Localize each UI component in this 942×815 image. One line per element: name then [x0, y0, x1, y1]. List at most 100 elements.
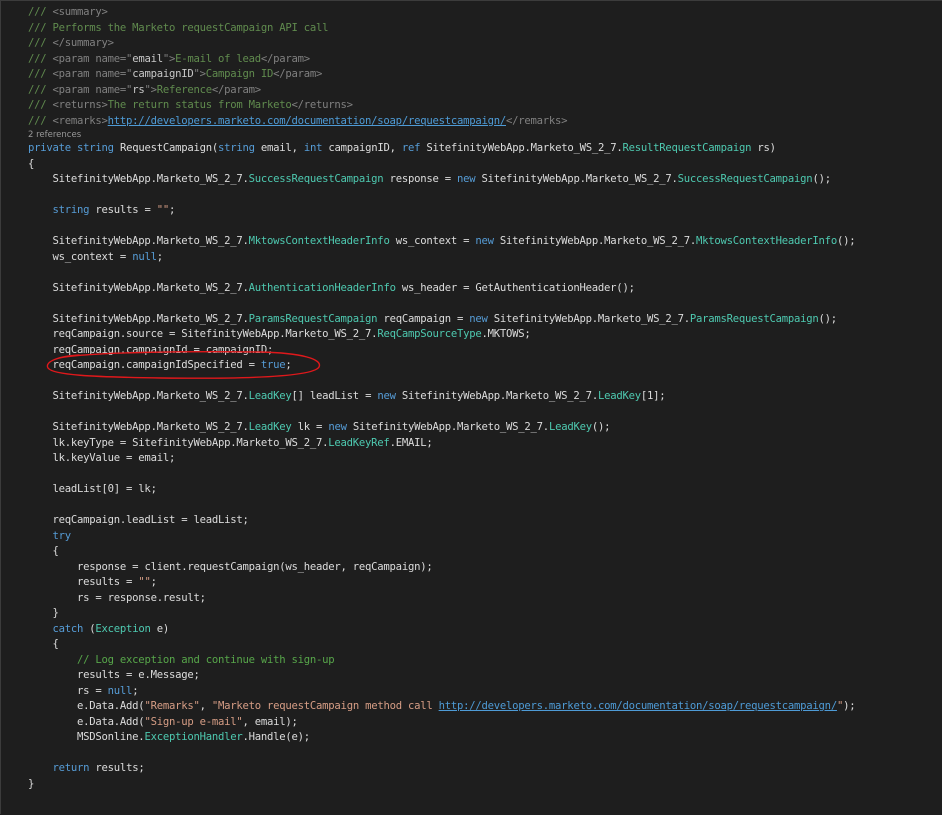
code-line: /// Performs the Marketo requestCampaign… — [28, 21, 855, 37]
code-line: SitefinityWebApp.Marketo_WS_2_7.LeadKey[… — [28, 389, 855, 405]
code-token-kw: int — [303, 142, 323, 154]
code-token-plain: SitefinityWebApp.Marketo_WS_2_7. — [493, 235, 696, 247]
code-token-plain: (); — [818, 312, 838, 325]
code-line: { — [28, 157, 855, 173]
code-token-plain: ; — [168, 204, 176, 216]
code-line: reqCampaign.source = SitefinityWebApp.Ma… — [28, 327, 855, 343]
code-token-plain: leadList[0] = lk; — [52, 483, 157, 495]
code-token-doctag: </param> — [211, 83, 261, 96]
code-token-plain: ws_context = — [389, 235, 476, 247]
code-token-kw: true — [260, 359, 286, 371]
code-token-kw: string — [218, 142, 255, 154]
code-token-plain: rs = — [77, 684, 108, 697]
code-token-plain: ); — [843, 700, 856, 712]
code-line: try — [28, 529, 855, 545]
code-line: { — [28, 637, 855, 653]
codelens-references[interactable]: 2 references — [28, 129, 855, 141]
code-token-plain: reqCampaign.campaignIdSpecified = — [52, 359, 261, 371]
code-token-kw: string — [77, 142, 114, 154]
code-token-type: LeadKey — [248, 421, 292, 433]
code-token-str: "Sign-up e-mail" — [144, 715, 243, 728]
hyperlink[interactable]: http://developers.marketo.com/documentat… — [108, 115, 507, 127]
code-token-plain: ; — [285, 359, 292, 371]
code-line: string results = ""; — [28, 203, 855, 219]
code-token-docmark: /// Performs the Marketo requestCampaign… — [28, 21, 329, 34]
code-token-plain: response = client.requestCampaign(ws_hea… — [77, 560, 433, 573]
code-token-docmark: /// — [28, 52, 53, 65]
code-token-plain: ; — [156, 250, 163, 263]
code-token-kw: try — [52, 529, 72, 542]
code-token-plain: SitefinityWebApp.Marketo_WS_2_7. — [52, 281, 249, 294]
code-token-str: "" — [138, 576, 151, 588]
code-token-plain: rs) — [751, 142, 776, 154]
code-token-docmark: E-mail of lead — [175, 52, 261, 65]
code-token-doctag: </param> — [273, 68, 323, 80]
code-token-plain: .MKTOWS; — [481, 328, 531, 340]
code-line: SitefinityWebApp.Marketo_WS_2_7.LeadKey … — [28, 420, 855, 436]
code-token-plain: SitefinityWebApp.Marketo_WS_2_7. — [52, 312, 249, 325]
code-editor[interactable]: /// <summary>/// Performs the Marketo re… — [0, 0, 942, 814]
code-token-type: SuccessRequestCampaign — [248, 173, 384, 185]
code-token-plain: , — [199, 700, 212, 712]
code-token-doctag: "> — [162, 52, 176, 65]
code-line: e.Data.Add("Remarks", "Marketo requestCa… — [28, 699, 856, 715]
code-token-doctag: </remarks> — [506, 114, 568, 127]
code-token-str: "Remarks" — [144, 700, 200, 712]
code-token-doctag: <param name=" — [52, 83, 133, 96]
code-token-plain: (); — [812, 173, 831, 185]
code-line: /// <param name="campaignID">Campaign ID… — [28, 67, 855, 83]
code-line: // Log exception and continue with sign-… — [28, 653, 855, 669]
code-line: ws_context = null; — [28, 250, 855, 266]
code-line: SitefinityWebApp.Marketo_WS_2_7.Authenti… — [28, 281, 855, 297]
code-token-type: ResultRequestCampaign — [622, 142, 752, 154]
code-token-doctag: <remarks> — [52, 114, 108, 127]
code-token-plain: ( — [83, 622, 96, 635]
code-line: reqCampaign.campaignId = campaignID; — [28, 343, 855, 359]
code-token-plain: results = e.Message; — [77, 669, 200, 681]
code-token-type: AuthenticationHeaderInfo — [248, 281, 396, 294]
code-token-docattr: email — [132, 52, 163, 65]
code-line: /// <remarks>http://developers.marketo.c… — [28, 114, 855, 130]
code-token-type: MktowsContextHeaderInfo — [696, 235, 837, 247]
code-token-kw: new — [328, 421, 347, 433]
code-token-docmark: The return status from Marketo — [107, 99, 292, 111]
code-token-plain: results = — [89, 204, 157, 216]
code-token-plain: { — [28, 157, 35, 170]
code-token-plain: SitefinityWebApp.Marketo_WS_2_7. — [52, 390, 249, 402]
code-token-kw: private — [28, 142, 71, 154]
code-token-type: LeadKeyRef — [328, 436, 390, 449]
code-token-plain: ws_header = GetAuthenticationHeader(); — [395, 281, 635, 294]
code-token-plain: .Handle(e); — [242, 731, 311, 743]
code-token-doctag: </param> — [260, 52, 310, 65]
code-token-plain: .EMAIL; — [389, 436, 433, 449]
code-line: MSDSonline.ExceptionHandler.Handle(e); — [28, 730, 855, 746]
code-token-kw: new — [457, 173, 476, 185]
hyperlink[interactable]: http://developers.marketo.com/documentat… — [439, 700, 838, 712]
code-token-plain: { — [52, 545, 59, 557]
code-token-docmark: /// — [28, 37, 53, 49]
code-token-plain: SitefinityWebApp.Marketo_WS_2_7. — [395, 390, 598, 402]
code-token-plain: { — [52, 638, 59, 650]
code-token-plain: ; — [132, 684, 139, 697]
code-token-plain: SitefinityWebApp.Marketo_WS_2_7. — [487, 312, 690, 325]
code-token-kw: ref — [401, 142, 421, 154]
code-line: SitefinityWebApp.Marketo_WS_2_7.ParamsRe… — [28, 312, 855, 328]
